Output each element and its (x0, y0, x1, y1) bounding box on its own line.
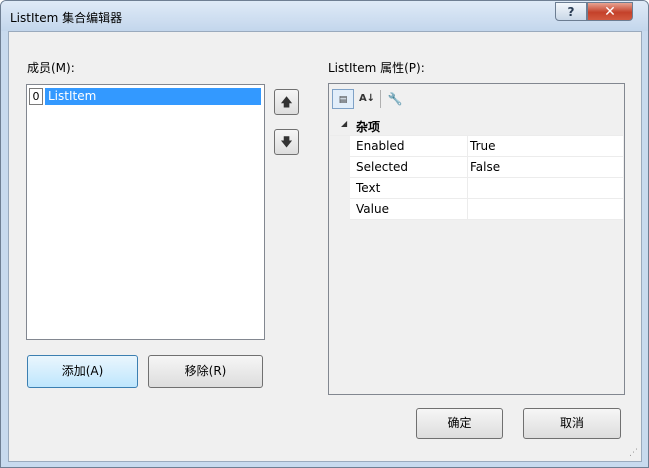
collapse-triangle-icon[interactable]: ◢ (341, 119, 347, 128)
collection-editor-window: ListItem 集合编辑器 ? ✕ 成员(M): 0 ListItem 🡅 🡇… (0, 0, 649, 468)
column-divider (467, 178, 468, 198)
row-margin (330, 199, 350, 220)
properties-label: ListItem 属性(P): (328, 61, 425, 75)
ok-button[interactable]: 确定 (416, 408, 503, 439)
close-button[interactable]: ✕ (587, 2, 633, 21)
property-grid: ▤ A↓ 🔧 ◢ 杂项 Enabled True Selected False … (328, 83, 625, 395)
list-item-name: ListItem (45, 88, 261, 105)
category-label: 杂项 (356, 120, 381, 134)
row-margin (330, 136, 350, 157)
category-row[interactable]: ◢ 杂项 (330, 115, 623, 136)
property-toolbar: ▤ A↓ 🔧 (329, 84, 624, 115)
property-name: Enabled (356, 139, 405, 153)
row-margin (330, 178, 350, 199)
property-row-value[interactable]: Value (330, 199, 623, 220)
members-list[interactable]: 0 ListItem (26, 84, 265, 340)
list-item-index: 0 (29, 88, 43, 105)
property-pages-icon[interactable]: 🔧 (384, 89, 406, 109)
property-row-selected[interactable]: Selected False (330, 157, 623, 178)
alphabetical-sort-icon[interactable]: A↓ (356, 89, 378, 109)
property-row-text[interactable]: Text (330, 178, 623, 199)
categorized-view-icon[interactable]: ▤ (332, 89, 354, 109)
move-up-button[interactable]: 🡅 (274, 89, 299, 115)
arrow-down-icon: 🡇 (280, 135, 293, 149)
property-name: Value (356, 202, 389, 216)
row-margin (330, 157, 350, 178)
property-row-enabled[interactable]: Enabled True (330, 136, 623, 157)
cancel-button[interactable]: 取消 (523, 408, 621, 439)
property-value[interactable]: True (470, 139, 496, 153)
arrow-up-icon: 🡅 (280, 95, 293, 109)
window-title: ListItem 集合编辑器 (10, 11, 123, 25)
property-value[interactable]: False (470, 160, 500, 174)
property-grid-rows: ◢ 杂项 Enabled True Selected False Text Va… (330, 115, 623, 220)
property-name: Selected (356, 160, 409, 174)
add-button[interactable]: 添加(A) (27, 355, 138, 388)
members-label: 成员(M): (27, 61, 75, 75)
toolbar-separator (380, 90, 381, 108)
move-down-button[interactable]: 🡇 (274, 129, 299, 155)
column-divider (467, 136, 468, 156)
dialog-client-area: 成员(M): 0 ListItem 🡅 🡇 添加(A) 移除(R) ListIt… (8, 31, 642, 462)
help-icon: ? (567, 4, 575, 19)
title-bar[interactable]: ListItem 集合编辑器 ? ✕ (1, 1, 648, 31)
column-divider (467, 157, 468, 177)
close-icon: ✕ (604, 3, 616, 20)
remove-button[interactable]: 移除(R) (148, 355, 263, 388)
property-name: Text (356, 181, 381, 195)
resize-grip-icon[interactable]: ⋰ (629, 448, 638, 458)
help-button[interactable]: ? (555, 2, 587, 21)
list-item[interactable]: 0 ListItem (28, 88, 261, 105)
column-divider (467, 199, 468, 219)
